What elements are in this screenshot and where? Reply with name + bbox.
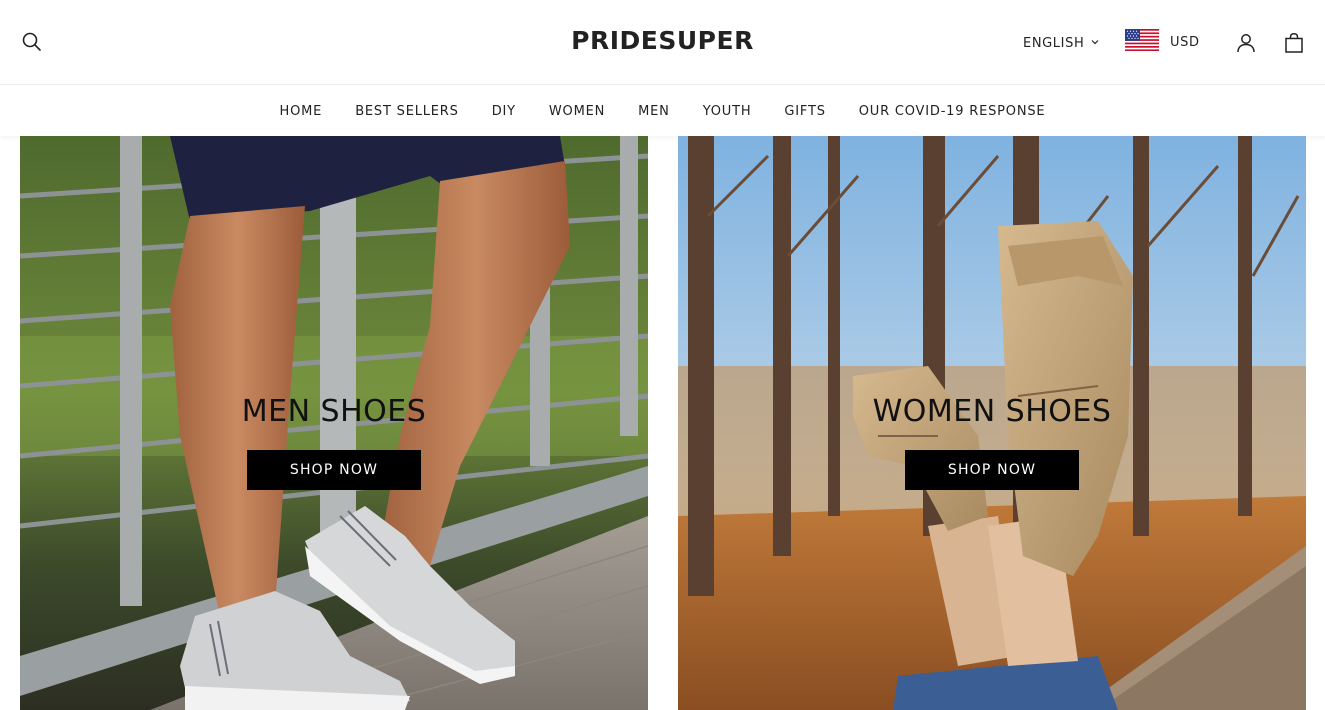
nav-item-diy[interactable]: DIY <box>492 104 516 119</box>
chevron-down-icon <box>1090 36 1100 51</box>
nav-item-covid-response[interactable]: OUR COVID-19 RESPONSE <box>859 104 1046 119</box>
nav-item-women[interactable]: WOMEN <box>549 104 605 119</box>
banner-title: WOMEN SHOES <box>872 394 1112 429</box>
banner-title: MEN SHOES <box>241 394 427 429</box>
us-flag-icon <box>1125 29 1159 55</box>
search-icon[interactable] <box>20 30 44 54</box>
site-header: PRIDESUPER ENGLISH USD <box>0 0 1325 85</box>
nav-item-home[interactable]: HOME <box>280 104 323 119</box>
main-nav: HOME BEST SELLERS DIY WOMEN MEN YOUTH GI… <box>0 86 1325 136</box>
currency-selector[interactable]: USD <box>1125 29 1200 55</box>
nav-item-best-sellers[interactable]: BEST SELLERS <box>355 104 459 119</box>
user-icon[interactable] <box>1234 31 1258 55</box>
nav-item-gifts[interactable]: GIFTS <box>784 104 825 119</box>
shopping-bag-icon[interactable] <box>1282 31 1306 55</box>
language-selector[interactable]: ENGLISH <box>1023 34 1100 52</box>
currency-label: USD <box>1170 34 1200 50</box>
language-label: ENGLISH <box>1023 35 1085 51</box>
shop-now-button[interactable]: SHOP NOW <box>247 450 421 490</box>
women-shoes-banner[interactable]: WOMEN SHOES SHOP NOW <box>678 136 1306 710</box>
shop-now-button[interactable]: SHOP NOW <box>905 450 1079 490</box>
men-shoes-banner[interactable]: MEN SHOES SHOP NOW <box>20 136 648 710</box>
nav-item-youth[interactable]: YOUTH <box>703 104 752 119</box>
nav-item-men[interactable]: MEN <box>638 104 670 119</box>
